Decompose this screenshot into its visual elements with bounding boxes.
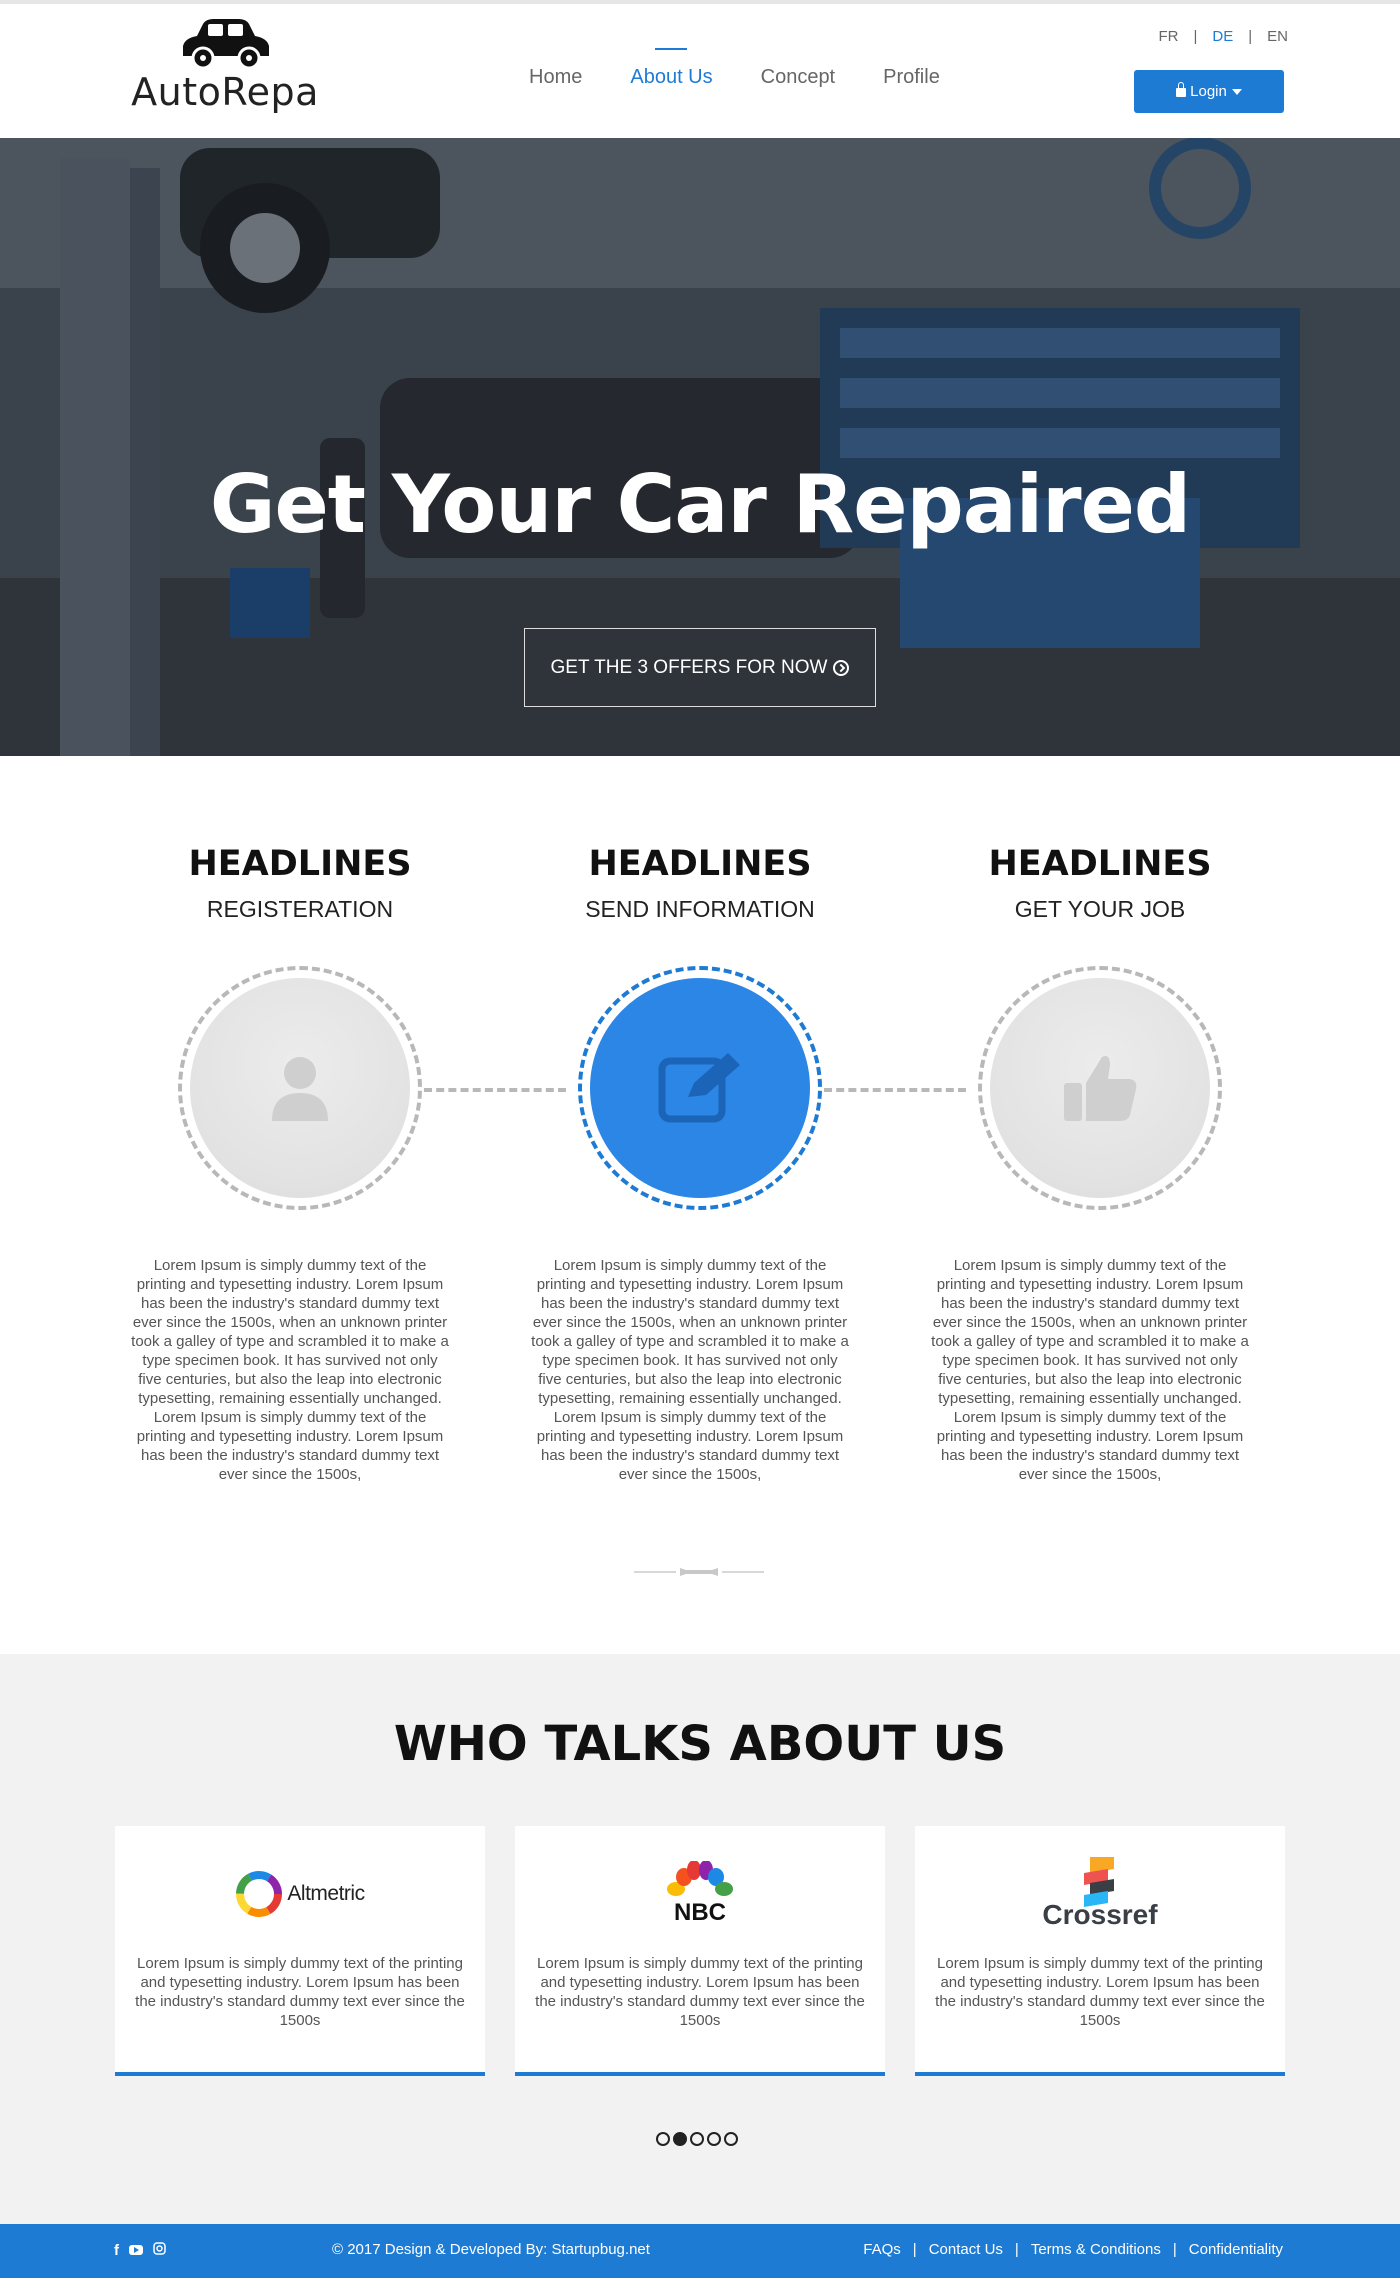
lang-separator: | bbox=[1193, 28, 1198, 45]
step-card: HEADLINES GET YOUR JOB Lorem Ipsum is si… bbox=[900, 756, 1300, 1483]
card-text: Lorem Ipsum is simply dummy text of the … bbox=[135, 1955, 465, 2029]
step-ring bbox=[978, 966, 1222, 1210]
brand-name: Altmetric bbox=[287, 1882, 365, 1905]
testimonial-card: Crossref Lorem Ipsum is simply dummy tex… bbox=[915, 1826, 1285, 2076]
step-headline: HEADLINES bbox=[188, 844, 412, 884]
carousel-dot[interactable] bbox=[707, 2132, 721, 2146]
hero-title: Get Your Car Repaired bbox=[209, 458, 1191, 551]
step-connector bbox=[824, 1088, 966, 1092]
step-subtitle: SEND INFORMATION bbox=[585, 896, 815, 922]
car-logo-icon bbox=[183, 19, 269, 70]
step-description: Lorem Ipsum is simply dummy text of the … bbox=[531, 1257, 849, 1483]
login-button[interactable]: Login bbox=[1134, 70, 1284, 113]
lang-en[interactable]: EN bbox=[1267, 28, 1288, 45]
carousel-dot[interactable] bbox=[656, 2132, 670, 2146]
logo[interactable]: AutoRepa bbox=[115, 16, 335, 114]
login-label: Login bbox=[1190, 83, 1227, 100]
nav-item-home[interactable]: Home bbox=[529, 44, 582, 89]
footer-link-contact[interactable]: Contact Us bbox=[929, 2241, 1003, 2258]
facebook-icon[interactable]: f bbox=[114, 2242, 119, 2259]
who-talks-section: WHO TALKS ABOUT US Altmetric Lorem Ipsum… bbox=[0, 1654, 1400, 2224]
offers-button[interactable]: GET THE 3 OFFERS FOR NOW bbox=[524, 628, 876, 707]
section-title: WHO TALKS ABOUT US bbox=[393, 1716, 1007, 1772]
carousel-dot-active[interactable] bbox=[673, 2132, 687, 2146]
step-ring-active bbox=[578, 966, 822, 1210]
logo-text: AutoRepa bbox=[131, 70, 319, 114]
offers-button-label: GET THE 3 OFFERS FOR NOW bbox=[550, 656, 828, 678]
instagram-icon[interactable] bbox=[153, 2242, 166, 2259]
altmetric-logo: Altmetric bbox=[115, 1854, 485, 1934]
card-text: Lorem Ipsum is simply dummy text of the … bbox=[535, 1955, 865, 2029]
steps-section: HEADLINES REGISTERATION Lorem Ipsum is s… bbox=[0, 756, 1400, 1654]
wrench-divider-icon bbox=[634, 1568, 764, 1576]
social-links: f bbox=[114, 2242, 176, 2259]
step-card: HEADLINES REGISTERATION Lorem Ipsum is s… bbox=[100, 756, 500, 1483]
nav-item-profile[interactable]: Profile bbox=[883, 44, 940, 89]
nav-item-concept[interactable]: Concept bbox=[761, 44, 836, 89]
youtube-icon[interactable] bbox=[129, 2242, 143, 2259]
brand-name: Crossref bbox=[1042, 1899, 1158, 1930]
testimonial-card: Altmetric Lorem Ipsum is simply dummy te… bbox=[115, 1826, 485, 2076]
main-nav: Home About Us Concept Profile bbox=[505, 44, 964, 89]
nav-item-about-us[interactable]: About Us bbox=[630, 44, 713, 89]
carousel-dot[interactable] bbox=[724, 2132, 738, 2146]
step-description: Lorem Ipsum is simply dummy text of the … bbox=[131, 1257, 449, 1483]
step-ring bbox=[178, 966, 422, 1210]
nbc-peacock-icon bbox=[667, 1861, 733, 1901]
footer-links: FAQs | Contact Us | Terms & Conditions |… bbox=[863, 2241, 1283, 2258]
testimonial-card: NBC Lorem Ipsum is simply dummy text of … bbox=[515, 1826, 885, 2076]
card-text: Lorem Ipsum is simply dummy text of the … bbox=[935, 1955, 1265, 2029]
language-switcher: FR | DE | EN bbox=[1144, 28, 1289, 45]
hero-banner: Get Your Car Repaired GET THE 3 OFFERS F… bbox=[0, 138, 1400, 756]
nbc-logo: NBC bbox=[515, 1854, 885, 1934]
step-description: Lorem Ipsum is simply dummy text of the … bbox=[931, 1257, 1249, 1483]
thumbs-up-icon bbox=[1064, 1056, 1137, 1121]
carousel-dot[interactable] bbox=[690, 2132, 704, 2146]
user-icon bbox=[272, 1057, 328, 1121]
step-connector bbox=[424, 1088, 566, 1092]
copyright: © 2017 Design & Developed By: Startupbug… bbox=[332, 2241, 650, 2258]
site-header: AutoRepa Home About Us Concept Profile F… bbox=[0, 4, 1400, 138]
footer-link-confidentiality[interactable]: Confidentiality bbox=[1189, 2241, 1283, 2258]
step-headline: HEADLINES bbox=[988, 844, 1212, 884]
lang-fr[interactable]: FR bbox=[1159, 28, 1179, 45]
link-separator: | bbox=[1172, 2241, 1177, 2258]
caret-down-icon bbox=[1231, 88, 1242, 95]
step-headline: HEADLINES bbox=[588, 844, 812, 884]
lang-separator: | bbox=[1248, 28, 1253, 45]
lang-de[interactable]: DE bbox=[1212, 28, 1233, 45]
lock-icon bbox=[1176, 82, 1187, 97]
step-subtitle: GET YOUR JOB bbox=[1014, 896, 1186, 922]
step-subtitle: REGISTERATION bbox=[206, 896, 394, 922]
edit-icon bbox=[658, 1053, 740, 1123]
crossref-logo: Crossref bbox=[915, 1854, 1285, 1934]
footer-link-faqs[interactable]: FAQs bbox=[863, 2241, 901, 2258]
carousel-pagination bbox=[656, 2132, 741, 2146]
link-separator: | bbox=[912, 2241, 917, 2258]
brand-name: NBC bbox=[674, 1899, 726, 1926]
altmetric-icon bbox=[236, 1871, 283, 1917]
arrow-circle-icon bbox=[833, 659, 850, 676]
step-card: HEADLINES SEND INFORMATION Lorem Ipsum i… bbox=[500, 756, 900, 1483]
site-footer: f © 2017 Design & Developed By: Startupb… bbox=[0, 2224, 1400, 2278]
link-separator: | bbox=[1014, 2241, 1019, 2258]
footer-link-terms[interactable]: Terms & Conditions bbox=[1031, 2241, 1161, 2258]
